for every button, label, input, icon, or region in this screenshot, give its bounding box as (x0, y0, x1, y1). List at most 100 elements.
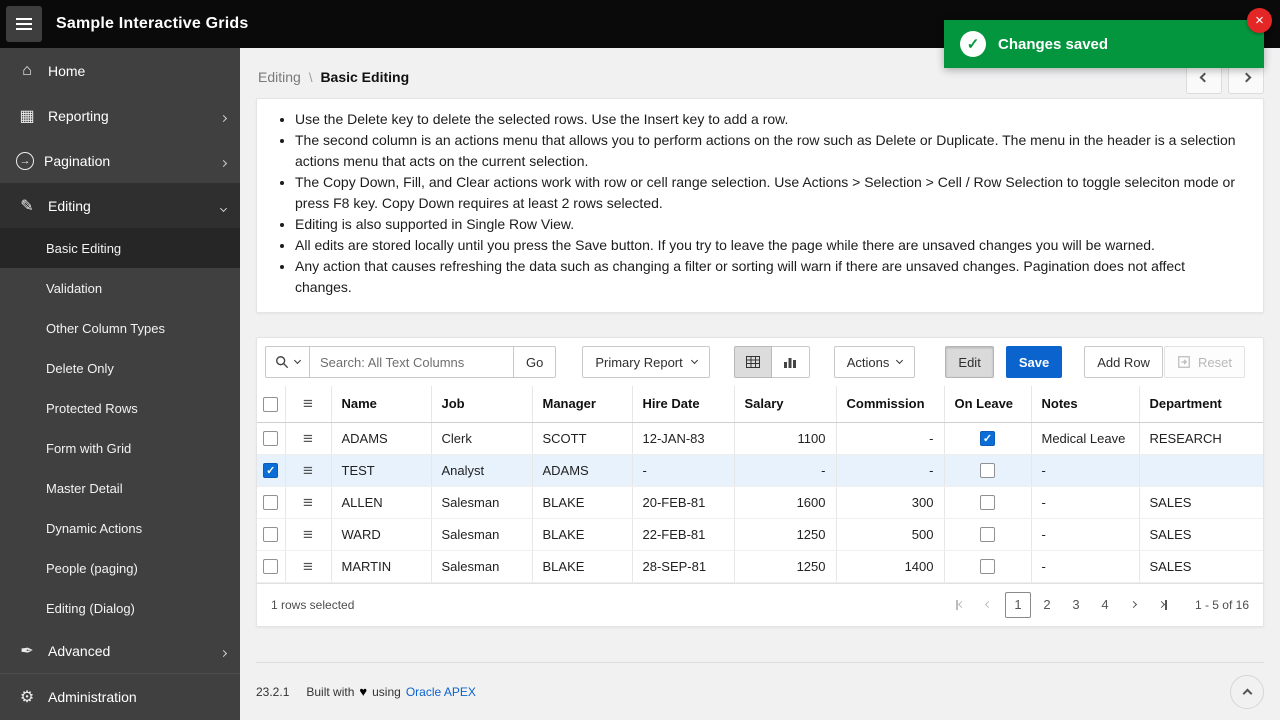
row-select-checkbox[interactable] (263, 527, 279, 543)
cell-commission[interactable]: 300 (836, 486, 945, 519)
column-header-manager[interactable]: Manager (532, 386, 633, 423)
search-options-button[interactable] (265, 346, 310, 378)
pagination-page[interactable]: 4 (1092, 592, 1118, 618)
cell-department[interactable]: RESEARCH (1139, 422, 1263, 455)
table-row[interactable]: ≡ TEST Analyst ADAMS - - - - (257, 454, 1263, 487)
cell-hire-date[interactable]: 12-JAN-83 (632, 422, 735, 455)
save-button[interactable]: Save (1005, 346, 1063, 378)
table-row[interactable]: ≡ ALLEN Salesman BLAKE 20-FEB-81 1600 30… (257, 486, 1263, 519)
sidebar-item-delete-only[interactable]: Delete Only (0, 348, 240, 388)
cell-salary[interactable]: 1100 (734, 422, 837, 455)
column-header-name[interactable]: Name (331, 386, 432, 423)
sidebar-item-form-with-grid[interactable]: Form with Grid (0, 428, 240, 468)
cell-manager[interactable]: BLAKE (532, 486, 633, 519)
cell-name[interactable]: TEST (331, 454, 432, 487)
cell-job[interactable]: Analyst (431, 454, 533, 487)
cell-on-leave[interactable] (944, 422, 1032, 455)
cell-job[interactable]: Salesman (431, 518, 533, 551)
cell-department[interactable]: SALES (1139, 486, 1263, 519)
add-row-button[interactable]: Add Row (1084, 346, 1163, 378)
sidebar-item-advanced[interactable]: ✒ Advanced (0, 628, 240, 673)
cell-name[interactable]: MARTIN (331, 550, 432, 583)
previous-page-button[interactable] (976, 592, 1002, 618)
cell-commission[interactable]: 500 (836, 518, 945, 551)
on-leave-checkbox[interactable] (980, 527, 995, 543)
sidebar-item-pagination[interactable]: → Pagination (0, 138, 240, 183)
oracle-apex-link[interactable]: Oracle APEX (406, 685, 476, 699)
row-actions-menu-icon[interactable]: ≡ (303, 429, 313, 448)
row-actions-menu-icon[interactable]: ≡ (303, 557, 313, 576)
report-selector[interactable]: Primary Report (582, 346, 710, 378)
cell-salary[interactable]: 1250 (734, 518, 837, 551)
column-header-job[interactable]: Job (431, 386, 533, 423)
cell-name[interactable]: ALLEN (331, 486, 432, 519)
sidebar-item-other-column-types[interactable]: Other Column Types (0, 308, 240, 348)
sidebar-item-master-detail[interactable]: Master Detail (0, 468, 240, 508)
on-leave-checkbox[interactable] (980, 559, 995, 575)
chart-view-button[interactable] (771, 346, 810, 378)
column-header-notes[interactable]: Notes (1031, 386, 1140, 423)
last-page-button[interactable] (1150, 592, 1176, 618)
row-actions-menu-icon[interactable]: ≡ (303, 525, 313, 544)
hamburger-menu-button[interactable] (6, 6, 42, 42)
cell-department[interactable]: SALES (1139, 550, 1263, 583)
sidebar-item-reporting[interactable]: ▦ Reporting (0, 93, 240, 138)
cell-manager[interactable]: BLAKE (532, 550, 633, 583)
sidebar-item-validation[interactable]: Validation (0, 268, 240, 308)
cell-name[interactable]: ADAMS (331, 422, 432, 455)
pagination-page[interactable]: 3 (1063, 592, 1089, 618)
row-actions-menu-icon[interactable]: ≡ (303, 493, 313, 512)
table-row[interactable]: ≡ MARTIN Salesman BLAKE 28-SEP-81 1250 1… (257, 550, 1263, 583)
row-select-checkbox[interactable] (263, 495, 279, 511)
cell-manager[interactable]: SCOTT (532, 422, 633, 455)
cell-hire-date[interactable]: 28-SEP-81 (632, 550, 735, 583)
sidebar-item-basic-editing[interactable]: Basic Editing (0, 228, 240, 268)
on-leave-checkbox[interactable] (980, 431, 995, 447)
pagination-page[interactable]: 1 (1004, 591, 1031, 618)
search-input[interactable] (310, 346, 514, 378)
cell-hire-date[interactable]: 22-FEB-81 (632, 518, 735, 551)
cell-department[interactable]: SALES (1139, 518, 1263, 551)
cell-salary[interactable]: 1250 (734, 550, 837, 583)
cell-on-leave[interactable] (944, 550, 1032, 583)
reset-button[interactable]: Reset (1164, 346, 1245, 378)
column-header-department[interactable]: Department (1139, 386, 1263, 423)
on-leave-checkbox[interactable] (980, 463, 995, 479)
cell-notes[interactable]: Medical Leave (1031, 422, 1140, 455)
actions-menu-button[interactable]: Actions (833, 346, 916, 378)
cell-notes[interactable]: - (1031, 518, 1140, 551)
cell-commission[interactable]: - (836, 454, 945, 487)
go-button[interactable]: Go (514, 346, 557, 378)
sidebar-item-editing-dialog[interactable]: Editing (Dialog) (0, 588, 240, 628)
row-actions-menu-icon[interactable]: ≡ (303, 461, 313, 480)
cell-notes[interactable]: - (1031, 550, 1140, 583)
cell-hire-date[interactable]: - (632, 454, 735, 487)
breadcrumb-parent[interactable]: Editing (258, 69, 301, 85)
edit-button[interactable]: Edit (945, 346, 994, 378)
grid-view-button[interactable] (733, 346, 772, 378)
cell-hire-date[interactable]: 20-FEB-81 (632, 486, 735, 519)
sidebar-item-protected-rows[interactable]: Protected Rows (0, 388, 240, 428)
table-row[interactable]: ≡ ADAMS Clerk SCOTT 12-JAN-83 1100 - Med… (257, 422, 1263, 455)
table-row[interactable]: ≡ WARD Salesman BLAKE 22-FEB-81 1250 500… (257, 518, 1263, 551)
sidebar-item-editing[interactable]: ✎ Editing (0, 183, 240, 228)
pagination-page[interactable]: 2 (1034, 592, 1060, 618)
toast-close-button[interactable]: × (1247, 8, 1272, 33)
cell-job[interactable]: Clerk (431, 422, 533, 455)
column-header-salary[interactable]: Salary (734, 386, 837, 423)
selection-menu-header[interactable]: ≡ (285, 386, 332, 423)
cell-commission[interactable]: 1400 (836, 550, 945, 583)
cell-job[interactable]: Salesman (431, 486, 533, 519)
column-header-on-leave[interactable]: On Leave (944, 386, 1032, 423)
cell-commission[interactable]: - (836, 422, 945, 455)
cell-name[interactable]: WARD (331, 518, 432, 551)
cell-manager[interactable]: ADAMS (532, 454, 633, 487)
row-select-checkbox[interactable] (263, 559, 279, 575)
sidebar-item-home[interactable]: ⌂ Home (0, 48, 240, 93)
cell-on-leave[interactable] (944, 454, 1032, 487)
cell-job[interactable]: Salesman (431, 550, 533, 583)
next-page-button[interactable] (1121, 592, 1147, 618)
on-leave-checkbox[interactable] (980, 495, 995, 511)
cell-notes[interactable]: - (1031, 454, 1140, 487)
sidebar-item-people-paging[interactable]: People (paging) (0, 548, 240, 588)
